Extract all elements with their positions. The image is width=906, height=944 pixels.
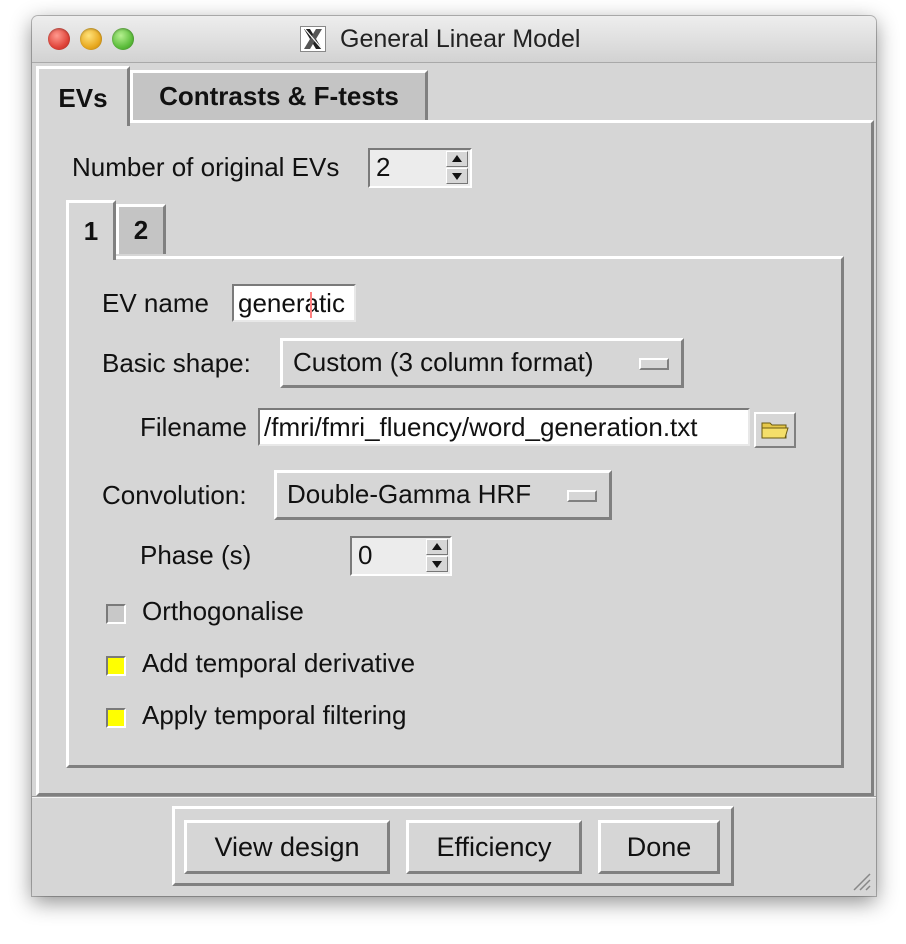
basic-shape-menu[interactable]: Custom (3 column format) [280,338,684,388]
x11-icon [300,26,326,52]
window-title: General Linear Model [340,24,581,53]
num-evs-spin-buttons [446,151,468,185]
num-evs-label: Number of original EVs [72,152,340,182]
menu-indicator-icon [639,358,669,370]
phase-value[interactable]: 0 [358,540,372,571]
orthogonalise-checkbox[interactable] [106,604,126,624]
tab-evs[interactable]: EVs [36,66,130,126]
tab-contrasts-f-tests[interactable]: Contrasts & F-tests [130,70,428,120]
temporal-derivative-label: Add temporal derivative [142,648,416,678]
num-evs-value[interactable]: 2 [376,152,390,183]
browse-file-button[interactable] [754,412,796,448]
view-design-button[interactable]: View design [184,820,390,874]
phase-label: Phase (s) [140,540,252,570]
folder-icon [761,422,789,439]
num-evs-spinbox[interactable]: 2 [368,148,472,188]
convolution-value: Double-Gamma HRF [287,479,532,509]
glm-window: General Linear Model EVs Contrasts & F-t… [32,16,876,896]
orthogonalise-label: Orthogonalise [142,596,304,626]
text-cursor [310,292,312,318]
minimize-window-button[interactable] [80,28,102,50]
close-window-button[interactable] [48,28,70,50]
convolution-label: Convolution: [102,480,247,510]
temporal-filtering-checkbox[interactable] [106,708,126,728]
tab-ev-1[interactable]: 1 [66,200,116,260]
ev-name-value: generatic [238,288,345,318]
basic-shape-value: Custom (3 column format) [293,347,594,377]
title-bar[interactable]: General Linear Model [32,16,876,63]
convolution-menu[interactable]: Double-Gamma HRF [274,470,612,520]
footer-divider [32,796,876,798]
num-evs-increment-button[interactable] [446,151,468,167]
ev-name-label: EV name [102,288,209,318]
basic-shape-label: Basic shape: [102,348,251,378]
phase-spin-buttons [426,539,448,573]
filename-value: /fmri/fmri_fluency/word_generation.txt [264,412,698,442]
phase-increment-button[interactable] [426,539,448,555]
ev-name-field[interactable]: generatic [232,284,356,322]
tab-ev-2[interactable]: 2 [116,204,166,254]
efficiency-button[interactable]: Efficiency [406,820,582,874]
title-wrap: General Linear Model [300,24,580,54]
done-button[interactable]: Done [598,820,720,874]
resize-grip-icon[interactable] [848,868,872,892]
filename-field[interactable]: /fmri/fmri_fluency/word_generation.txt [258,408,750,446]
phase-spinbox[interactable]: 0 [350,536,452,576]
num-evs-decrement-button[interactable] [446,168,468,184]
filename-label: Filename [140,412,247,442]
menu-indicator-icon [567,490,597,502]
phase-decrement-button[interactable] [426,556,448,572]
zoom-window-button[interactable] [112,28,134,50]
temporal-filtering-label: Apply temporal filtering [142,700,407,730]
temporal-derivative-checkbox[interactable] [106,656,126,676]
